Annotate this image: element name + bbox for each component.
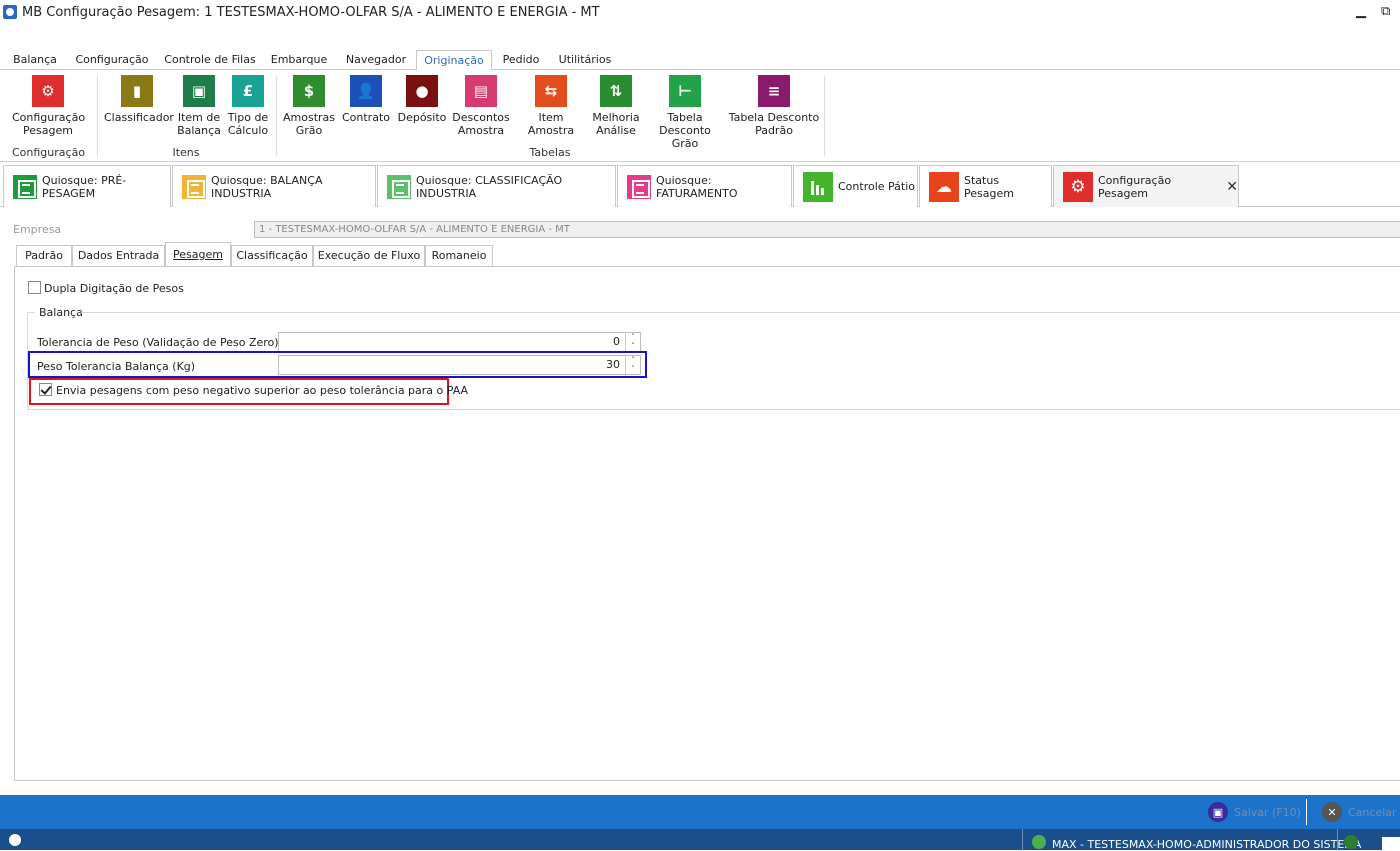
menu-tab-utilitarios[interactable]: Utilitários: [554, 50, 616, 71]
grid-icon: [387, 174, 411, 199]
restore-button[interactable]: ⧉: [1381, 4, 1390, 19]
spin-buttons[interactable]: ˄ ˅: [625, 356, 640, 374]
empresa-field: 1 - TESTESMAX-HOMO-OLFAR S/A - ALIMENTO …: [254, 221, 1400, 238]
tolerancia-balanca-label: Peso Tolerancia Balança (Kg): [37, 360, 196, 373]
bar-chart-icon: [803, 171, 833, 202]
document-tabs: Quiosque: PRÉ-PESAGEM Quiosque: BALANÇA …: [0, 164, 1400, 208]
user-label: MAX - TESTESMAX-HOMO-ADMINISTRADOR DO SI…: [1052, 838, 1362, 851]
user-icon: [1032, 835, 1046, 849]
spin-buttons[interactable]: ˄ ˅: [625, 333, 640, 351]
grid-icon: [182, 174, 206, 199]
power-icon[interactable]: [1344, 835, 1358, 849]
list-icon: ≡: [758, 75, 790, 107]
tab-quiosque-classificacao-industria[interactable]: Quiosque: CLASSIFICAÇÃO INDUSTRIA: [377, 165, 616, 207]
tab-status-pesagem[interactable]: ☁ Status Pesagem: [919, 165, 1052, 207]
ribbon-group-itens: Itens: [172, 146, 200, 159]
gear-icon: ⚙: [32, 75, 64, 107]
app-icon: [9, 834, 21, 846]
balanca-group-title: Balança: [39, 306, 83, 319]
tabela-desconto-grao-button[interactable]: ⊢ Tabela Desconto Grão: [645, 75, 725, 150]
subtab-romaneio[interactable]: Romaneio: [425, 245, 493, 266]
footer-bar: MAX - TESTESMAX-HOMO-ADMINISTRADOR DO SI…: [0, 829, 1400, 851]
contrato-button[interactable]: 👤 Contrato: [340, 75, 392, 124]
bookmark-icon: ▮: [121, 75, 153, 107]
box-icon: ▣: [183, 75, 215, 107]
save-button[interactable]: ▣ Salvar (F10): [1208, 801, 1301, 823]
grid-icon: [13, 174, 37, 199]
envia-pesagens-label: Envia pesagens com peso negativo superio…: [56, 384, 469, 397]
box-minus-icon: ▤: [465, 75, 497, 107]
ribbon-group-configuracao: Configuração: [12, 146, 86, 159]
action-bar: ▣ Salvar (F10) ✕ Cancelar: [0, 795, 1400, 829]
menu-tab-embarque[interactable]: Embarque: [268, 50, 330, 71]
tab-controle-patio[interactable]: Controle Pátio: [793, 165, 918, 207]
item-amostra-button[interactable]: ⇆ Item Amostra: [514, 75, 588, 137]
menu-tab-strip: Balança Configuração Controle de Filas E…: [0, 50, 1400, 71]
item-balanca-button[interactable]: ▣ Item de Balança: [175, 75, 223, 137]
amostras-grao-button[interactable]: $ Amostras Grão: [283, 75, 335, 137]
menu-tab-configuracao[interactable]: Configuração: [72, 50, 152, 71]
tab-quiosque-faturamento[interactable]: Quiosque: FATURAMENTO: [617, 165, 792, 207]
tolerancia-balanca-input[interactable]: 30 ˄ ˅: [278, 355, 641, 375]
cancel-icon: ✕: [1322, 802, 1342, 822]
classificador-button[interactable]: ▮ Classificador: [104, 75, 174, 124]
subtab-dados-entrada[interactable]: Dados Entrada: [72, 245, 165, 266]
tab-configuracao-pesagem[interactable]: ⚙ Configuração Pesagem ✕: [1053, 165, 1239, 208]
tipo-calculo-button[interactable]: £ Tipo de Cálculo: [226, 75, 270, 137]
empresa-label: Empresa: [13, 223, 62, 236]
save-icon: ▣: [1208, 802, 1228, 822]
window-title: MB Configuração Pesagem: 1 TESTESMAX-HOM…: [22, 5, 600, 20]
melhoria-analise-button[interactable]: ⇅ Melhoria Análise: [591, 75, 641, 137]
ribbon: ⚙ Configuração Pesagem ▮ Classificador ▣…: [0, 70, 1400, 162]
cloud-icon: ☁: [929, 171, 959, 202]
location-icon: ●: [406, 75, 438, 107]
dupla-digitacao-checkbox[interactable]: [28, 281, 41, 294]
tabela-desconto-padrao-button[interactable]: ≡ Tabela Desconto Padrão: [728, 75, 820, 137]
subtab-pesagem[interactable]: Pesagem: [165, 242, 231, 266]
subtab-classificacao[interactable]: Classificação: [231, 245, 313, 266]
tab-panel: Dupla Digitação de Pesos Balança Toleran…: [14, 266, 1400, 781]
configuracao-pesagem-button[interactable]: ⚙ Configuração Pesagem: [12, 75, 85, 137]
gear-icon: ⚙: [1063, 172, 1093, 202]
user-doc-icon: 👤: [350, 75, 382, 107]
tab-quiosque-balanca-industria[interactable]: Quiosque: BALANÇA INDUSTRIA: [172, 165, 376, 207]
subtab-padrao[interactable]: Padrão: [16, 245, 72, 266]
money-plant-icon: $: [293, 75, 325, 107]
minimize-button[interactable]: ▁: [1356, 4, 1366, 19]
close-tab-icon[interactable]: ✕: [1226, 179, 1238, 195]
arrows-icon: ⇆: [535, 75, 567, 107]
menu-tab-balanca[interactable]: Balança: [8, 50, 62, 71]
deposito-button[interactable]: ● Depósito: [396, 75, 448, 124]
menu-tab-originacao[interactable]: Originação: [416, 50, 492, 71]
pound-icon: £: [232, 75, 264, 107]
subtab-execucao-fluxo[interactable]: Execução de Fluxo: [313, 245, 425, 266]
envia-pesagens-checkbox[interactable]: [39, 383, 52, 396]
cancel-button[interactable]: ✕ Cancelar: [1322, 801, 1397, 823]
menu-tab-pedido[interactable]: Pedido: [498, 50, 544, 71]
menu-tab-controle-filas[interactable]: Controle de Filas: [162, 50, 258, 71]
dupla-digitacao-label: Dupla Digitação de Pesos: [44, 282, 184, 295]
descontos-amostra-button[interactable]: ▤ Descontos Amostra: [452, 75, 510, 137]
tolerancia-zero-input[interactable]: 0 ˄ ˅: [278, 332, 641, 352]
tolerancia-zero-label: Tolerancia de Peso (Validação de Peso Ze…: [37, 336, 305, 349]
tab-quiosque-pre-pesagem[interactable]: Quiosque: PRÉ-PESAGEM: [3, 165, 171, 207]
grid-icon: [627, 174, 651, 199]
menu-tab-navegador[interactable]: Navegador: [340, 50, 412, 71]
content-area: Empresa 1 - TESTESMAX-HOMO-OLFAR S/A - A…: [2, 207, 1400, 795]
app-icon: [3, 5, 17, 19]
up-arrows-icon: ⇅: [600, 75, 632, 107]
ribbon-group-tabelas: Tabelas: [529, 146, 571, 159]
notification-box: [1382, 837, 1400, 850]
title-bar: MB Configuração Pesagem: 1 TESTESMAX-HOM…: [0, 0, 1400, 26]
table-arrow-icon: ⊢: [669, 75, 701, 107]
